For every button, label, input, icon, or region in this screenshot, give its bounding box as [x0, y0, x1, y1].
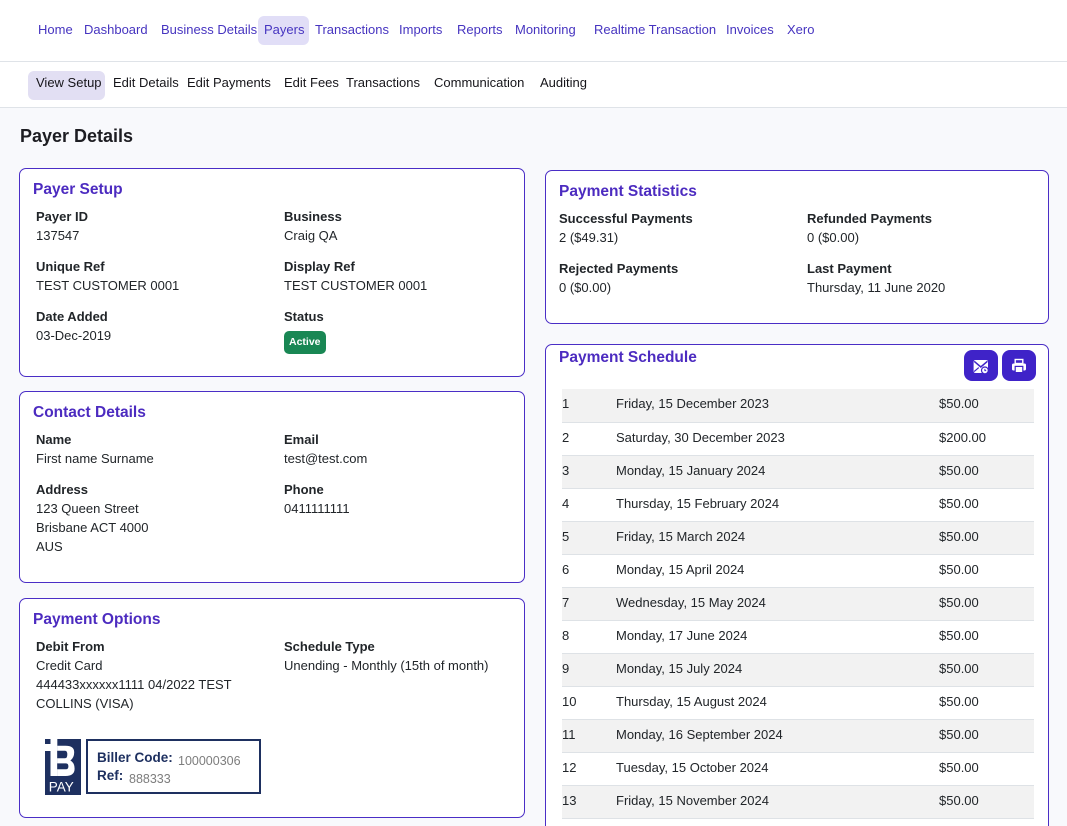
svg-text:PAY: PAY: [49, 779, 74, 794]
svg-text:Biller Code:: Biller Code:: [97, 750, 173, 765]
svg-text:100000306: 100000306: [178, 754, 241, 768]
svg-text:888333: 888333: [129, 772, 171, 786]
svg-text:Ref:: Ref:: [97, 768, 123, 783]
